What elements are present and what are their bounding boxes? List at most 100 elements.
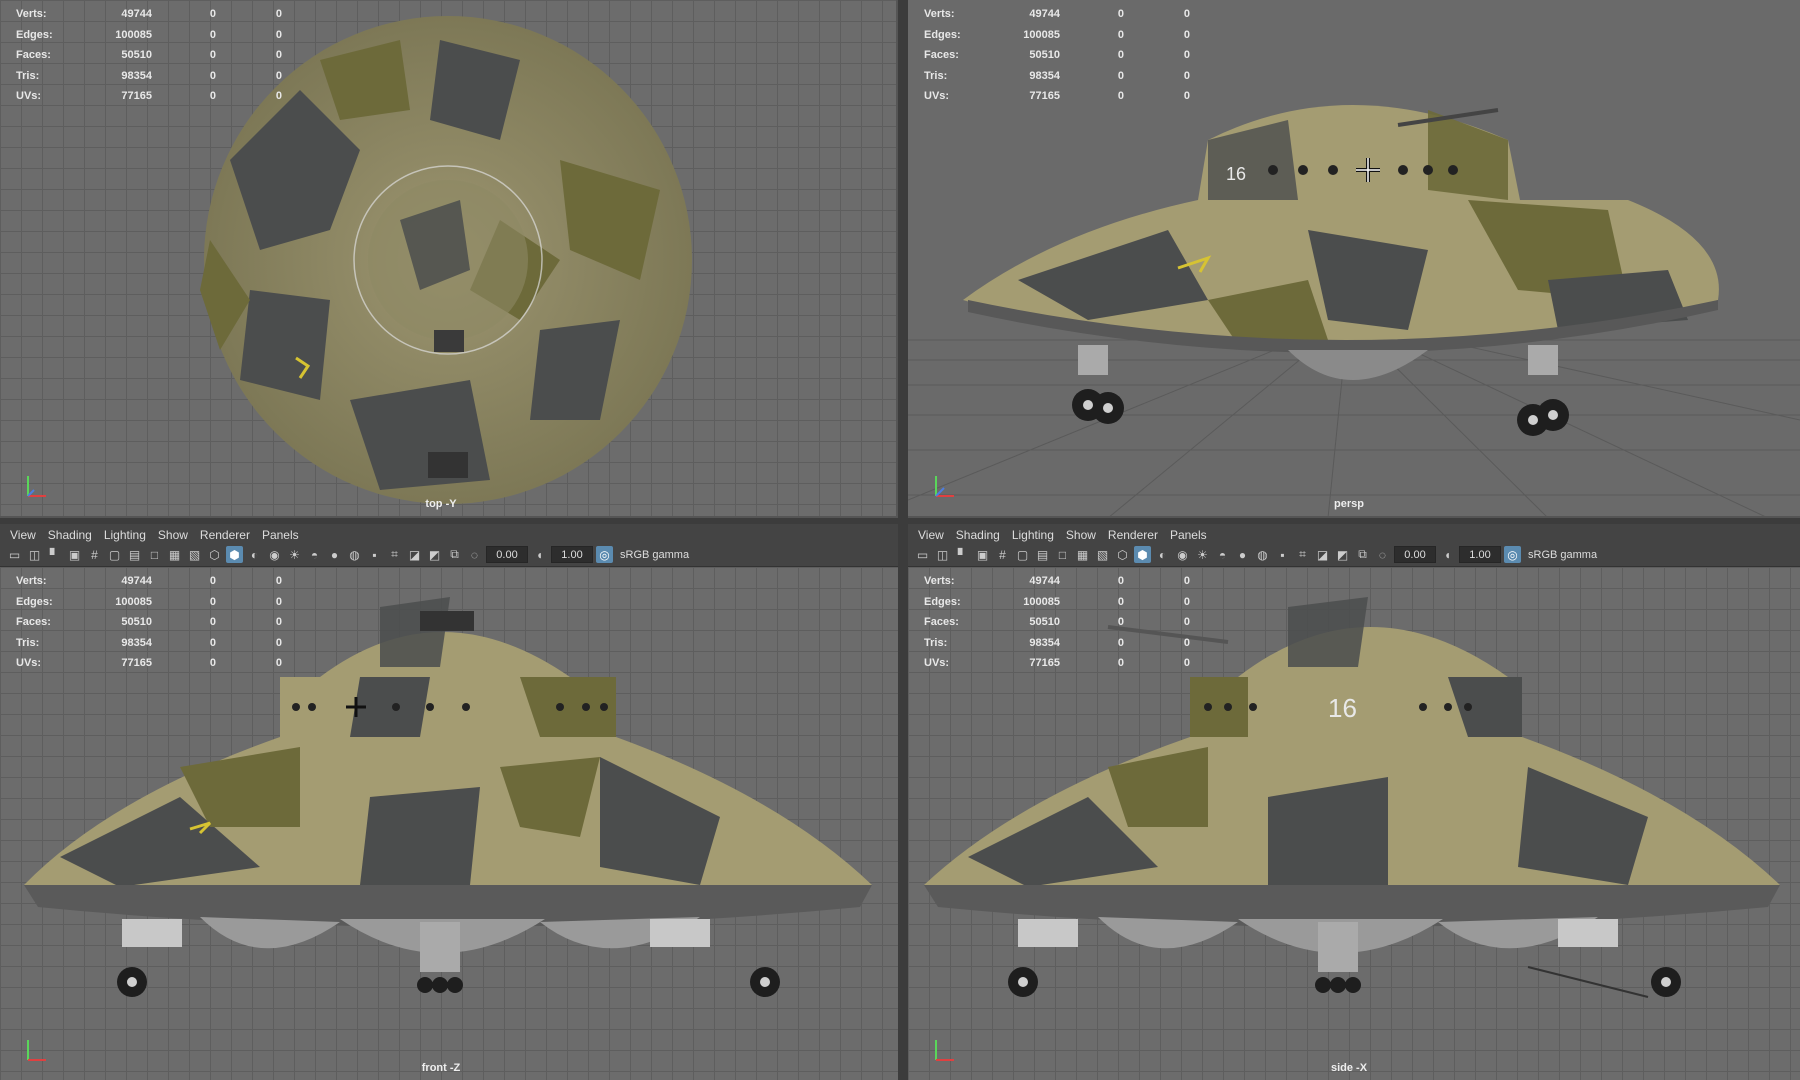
bookmark-icon[interactable]: ▘ [46,546,63,563]
hud-row: Edges: 100085 0 0 [16,25,282,46]
menu-lighting[interactable]: Lighting [1010,528,1064,542]
xray-joints-icon[interactable]: ◩ [1334,546,1351,563]
hud-row: Faces: 50510 0 0 [16,612,282,633]
color-space-label[interactable]: sRGB gamma [620,549,689,561]
hud-row: Tris: 98354 0 0 [16,66,282,87]
hud-row: Verts: 49744 0 0 [924,571,1190,592]
gamma-icon[interactable]: ◖ [531,546,548,563]
aa-icon[interactable]: ◍ [1254,546,1271,563]
dof-icon[interactable]: ▪ [1274,546,1291,563]
dof-icon[interactable]: ▪ [366,546,383,563]
hud-row: Verts: 49744 0 0 [924,4,1190,25]
wireframe-icon[interactable]: ⬡ [1114,546,1131,563]
menu-renderer[interactable]: Renderer [1106,528,1168,542]
safe-action-icon[interactable]: ▧ [186,546,203,563]
ao-icon[interactable]: ● [1234,546,1251,563]
viewport-front[interactable]: Verts: 49744 0 0 Edges: 100085 0 0 Faces: 50510 0 0… [0,567,898,1080]
color-management-icon[interactable]: ◎ [596,546,613,563]
menu-lighting[interactable]: Lighting [102,528,156,542]
exposure-icon[interactable]: ◌ [466,546,483,563]
menu-show[interactable]: Show [156,528,198,542]
xray-icon[interactable]: ◪ [406,546,423,563]
lights-icon[interactable]: ☀ [1194,546,1211,563]
safe-action-icon[interactable]: ▧ [1094,546,1111,563]
gate-mask-icon[interactable]: □ [1054,546,1071,563]
image-plane-icon[interactable]: ▣ [974,546,991,563]
shade-wire-icon[interactable]: ◐ [246,546,263,563]
resolution-gate-icon[interactable]: ▤ [1034,546,1051,563]
hud-value: 0 [275,49,282,61]
camera-icon[interactable]: ▭ [6,546,23,563]
hud-value: 77165 [1029,90,1060,102]
camera-attr-icon[interactable]: ◫ [934,546,951,563]
camera-icon[interactable]: ▭ [914,546,931,563]
hud-value: 50510 [121,616,152,628]
viewport-splitter[interactable] [898,0,908,1080]
lights-icon[interactable]: ☀ [286,546,303,563]
hud-value: 0 [275,28,282,41]
viewport-splitter[interactable] [0,518,1800,524]
xray-components-icon[interactable]: ⧉ [446,546,463,563]
gate-mask-icon[interactable]: □ [146,546,163,563]
shadows-icon[interactable]: ◓ [306,546,323,563]
field-chart-icon[interactable]: ▦ [166,546,183,563]
hud-value: 0 [1117,595,1124,608]
camera-attr-icon[interactable]: ◫ [26,546,43,563]
hud-value: 0 [1183,49,1190,61]
image-plane-icon[interactable]: ▣ [66,546,83,563]
hud-label: Verts: [16,575,47,587]
wireframe-icon[interactable]: ⬡ [206,546,223,563]
hud-row: Edges: 100085 0 0 [16,592,282,613]
resolution-gate-icon[interactable]: ▤ [126,546,143,563]
hud-value: 0 [1183,28,1190,41]
hud-value: 0 [275,8,282,20]
ao-icon[interactable]: ● [326,546,343,563]
shade-wire-icon[interactable]: ◐ [1154,546,1171,563]
xray-components-icon[interactable]: ⧉ [1354,546,1371,563]
viewport-side[interactable]: 16 Verts: 49744 0 0 Edges: 100085 0 0 Faces: 5051… [908,567,1800,1080]
exposure-field[interactable]: 0.00 [1394,546,1436,563]
hud-value: 0 [275,69,282,82]
menu-view[interactable]: View [916,528,954,542]
hud-value: 0 [209,595,216,608]
menu-shading[interactable]: Shading [46,528,102,542]
film-gate-icon[interactable]: ▢ [106,546,123,563]
smooth-shade-icon[interactable]: ⬢ [1134,546,1151,563]
isolate-icon[interactable]: ⌗ [1294,546,1311,563]
hud-row: UVs: 77165 0 0 [924,86,1190,107]
menu-view[interactable]: View [8,528,46,542]
isolate-icon[interactable]: ⌗ [386,546,403,563]
field-chart-icon[interactable]: ▦ [1074,546,1091,563]
xray-icon[interactable]: ◪ [1314,546,1331,563]
axis-gizmo-icon [27,476,46,497]
hud-value: 100085 [115,28,152,41]
menu-panels[interactable]: Panels [1168,528,1217,542]
smooth-shade-icon[interactable]: ⬢ [226,546,243,563]
exposure-field[interactable]: 0.00 [486,546,528,563]
menu-panels[interactable]: Panels [260,528,309,542]
gamma-field[interactable]: 1.00 [551,546,593,563]
gamma-field[interactable]: 1.00 [1459,546,1501,563]
xray-joints-icon[interactable]: ◩ [426,546,443,563]
hud-value: 0 [1183,90,1190,102]
viewport-top[interactable]: Verts: 49744 0 0 Edges: 100085 0 0 Faces: 50510 0 0… [0,0,898,518]
menu-shading[interactable]: Shading [954,528,1010,542]
film-gate-icon[interactable]: ▢ [1014,546,1031,563]
bookmark-icon[interactable]: ▘ [954,546,971,563]
color-management-icon[interactable]: ◎ [1504,546,1521,563]
menu-show[interactable]: Show [1064,528,1106,542]
color-space-label[interactable]: sRGB gamma [1528,549,1597,561]
aa-icon[interactable]: ◍ [346,546,363,563]
grid-icon[interactable]: # [86,546,103,563]
hud-value: 50510 [1029,49,1060,61]
viewport-persp[interactable]: 16 Verts: 49744 0 0 Edges: 100085 0 0 Faces: 5051… [908,0,1800,518]
menu-renderer[interactable]: Renderer [198,528,260,542]
texture-icon[interactable]: ◉ [1174,546,1191,563]
grid-icon[interactable]: # [994,546,1011,563]
shadows-icon[interactable]: ◓ [1214,546,1231,563]
hud-value: 0 [275,595,282,608]
gamma-icon[interactable]: ◖ [1439,546,1456,563]
exposure-icon[interactable]: ◌ [1374,546,1391,563]
texture-icon[interactable]: ◉ [266,546,283,563]
hull-number: 16 [1226,164,1246,184]
